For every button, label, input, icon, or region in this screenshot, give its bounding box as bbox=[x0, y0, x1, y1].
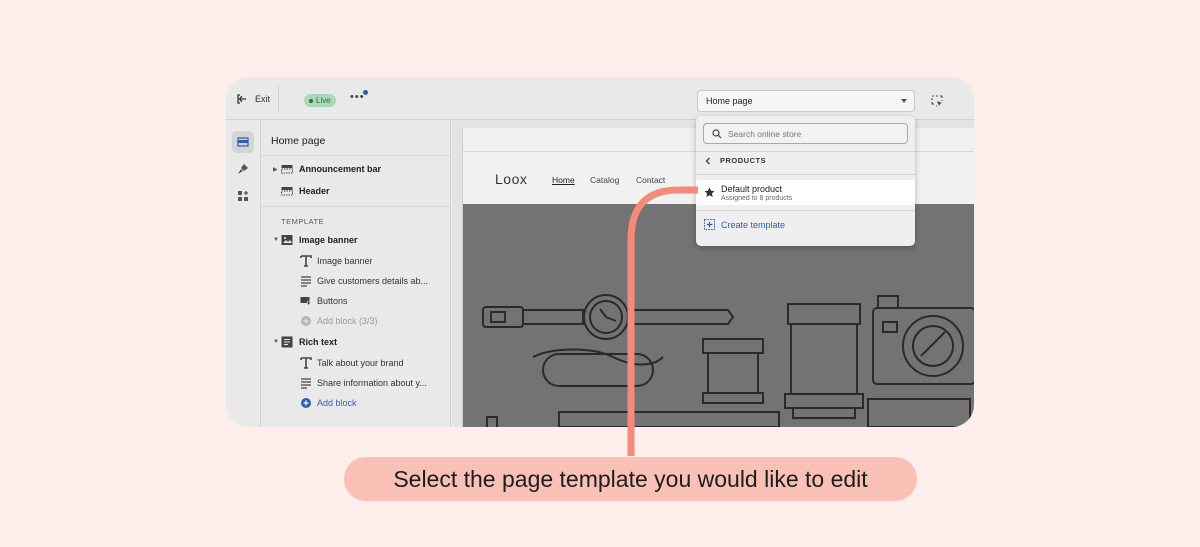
sidebar-item-image-banner[interactable]: ▼ Image banner bbox=[261, 230, 451, 250]
chevron-right-icon: ▶ bbox=[273, 166, 278, 173]
exit-button[interactable]: Exit bbox=[236, 93, 270, 105]
button-icon bbox=[300, 297, 312, 307]
callout-caption: Select the page template you would like … bbox=[344, 457, 917, 501]
text-icon bbox=[300, 255, 312, 267]
apps-icon bbox=[238, 191, 248, 201]
sidebar-item-label: Announcement bar bbox=[299, 164, 382, 174]
search-icon bbox=[712, 129, 722, 139]
sidebar-item-label: Header bbox=[299, 186, 330, 196]
sections-sidebar: Home page ▶ Announcement bar Header TEMP… bbox=[261, 120, 451, 427]
search-field[interactable] bbox=[703, 123, 908, 144]
store-logo: Loox bbox=[495, 171, 528, 187]
sidebar-item-label: Add block (3/3) bbox=[317, 316, 378, 326]
rich-text-icon bbox=[281, 336, 293, 348]
chevron-left-icon bbox=[705, 157, 710, 164]
sidebar-item-header[interactable]: Header bbox=[261, 181, 451, 201]
sidebar-item-label: Share information about y... bbox=[317, 378, 427, 388]
divider bbox=[261, 155, 451, 156]
back-to-products-button[interactable]: PRODUCTS bbox=[704, 156, 766, 165]
paragraph-icon bbox=[301, 378, 311, 389]
products-label: PRODUCTS bbox=[720, 156, 767, 165]
sidebar-item-announcement-bar[interactable]: ▶ Announcement bar bbox=[261, 159, 451, 179]
nav-link-contact[interactable]: Contact bbox=[636, 175, 665, 185]
exit-label: Exit bbox=[255, 94, 271, 104]
theme-settings-rail-button[interactable] bbox=[232, 158, 254, 180]
divider bbox=[696, 151, 915, 152]
nav-link-catalog[interactable]: Catalog bbox=[590, 175, 619, 185]
header-icon bbox=[281, 187, 293, 196]
page-template-select[interactable]: Home page bbox=[697, 90, 915, 112]
option-subtitle: Assigned to 8 products bbox=[721, 195, 793, 202]
status-badge-label: Live bbox=[316, 96, 331, 105]
plus-circle-icon bbox=[301, 316, 311, 326]
chevron-down-icon bbox=[901, 99, 907, 103]
plus-circle-icon bbox=[301, 398, 311, 408]
paragraph-icon bbox=[301, 276, 311, 287]
sidebar-item-label: Image banner bbox=[299, 235, 358, 245]
announcement-bar-icon bbox=[281, 165, 293, 174]
create-template-button[interactable]: Create template bbox=[704, 219, 785, 230]
sidebar-item-label: Talk about your brand bbox=[317, 358, 404, 368]
divider bbox=[696, 210, 915, 211]
apps-rail-button[interactable] bbox=[232, 185, 254, 207]
brush-icon bbox=[238, 164, 248, 174]
sidebar-item-add-block[interactable]: Add block bbox=[261, 393, 451, 413]
sidebar-item-buttons[interactable]: Buttons bbox=[261, 291, 451, 311]
live-dot-icon bbox=[309, 98, 313, 103]
sidebar-item-label: Image banner bbox=[317, 256, 373, 266]
sidebar-item-label: Give customers details ab... bbox=[317, 276, 429, 286]
star-icon bbox=[704, 187, 715, 197]
inspector-icon[interactable] bbox=[931, 95, 943, 107]
sidebar-item-share-information[interactable]: Share information about y... bbox=[261, 373, 451, 393]
sidebar-item-label: Add block bbox=[317, 398, 357, 408]
status-badge: Live bbox=[304, 94, 336, 107]
sidebar-item-image-banner-heading[interactable]: Image banner bbox=[261, 251, 451, 271]
notification-dot-icon bbox=[363, 90, 368, 95]
divider bbox=[261, 206, 451, 207]
template-section-label: TEMPLATE bbox=[281, 217, 325, 226]
sidebar-title: Home page bbox=[271, 135, 326, 147]
text-icon bbox=[300, 357, 312, 369]
divider bbox=[278, 85, 279, 112]
left-rail bbox=[226, 120, 261, 427]
add-template-icon bbox=[704, 219, 715, 230]
page-select-value: Home page bbox=[706, 96, 753, 106]
sidebar-item-label: Buttons bbox=[317, 296, 348, 306]
sections-icon bbox=[237, 137, 249, 147]
chevron-down-icon: ▼ bbox=[273, 237, 279, 243]
template-dropdown: PRODUCTS Default product Assigned to 8 p… bbox=[696, 116, 915, 246]
editor-window: Exit Live ••• Home page Home page ▶ Anno… bbox=[226, 77, 974, 427]
create-template-label: Create template bbox=[721, 219, 786, 230]
sidebar-item-rich-text[interactable]: ▼ Rich text bbox=[261, 332, 451, 352]
top-bar: Exit Live ••• Home page bbox=[226, 77, 974, 120]
chevron-down-icon: ▼ bbox=[273, 339, 279, 345]
nav-link-home[interactable]: Home bbox=[552, 175, 575, 185]
option-name: Default product bbox=[721, 184, 783, 194]
search-input[interactable] bbox=[728, 126, 903, 141]
divider bbox=[696, 174, 915, 175]
image-icon bbox=[281, 235, 293, 245]
sidebar-item-talk-about-brand[interactable]: Talk about your brand bbox=[261, 353, 451, 373]
exit-icon bbox=[237, 94, 246, 104]
sidebar-item-label: Rich text bbox=[299, 337, 338, 347]
default-product-option[interactable]: Default product Assigned to 8 products bbox=[696, 180, 915, 205]
sidebar-item-add-block-disabled: Add block (3/3) bbox=[261, 311, 451, 331]
sidebar-item-give-customers-details[interactable]: Give customers details ab... bbox=[261, 271, 451, 291]
sections-rail-button[interactable] bbox=[232, 131, 254, 153]
